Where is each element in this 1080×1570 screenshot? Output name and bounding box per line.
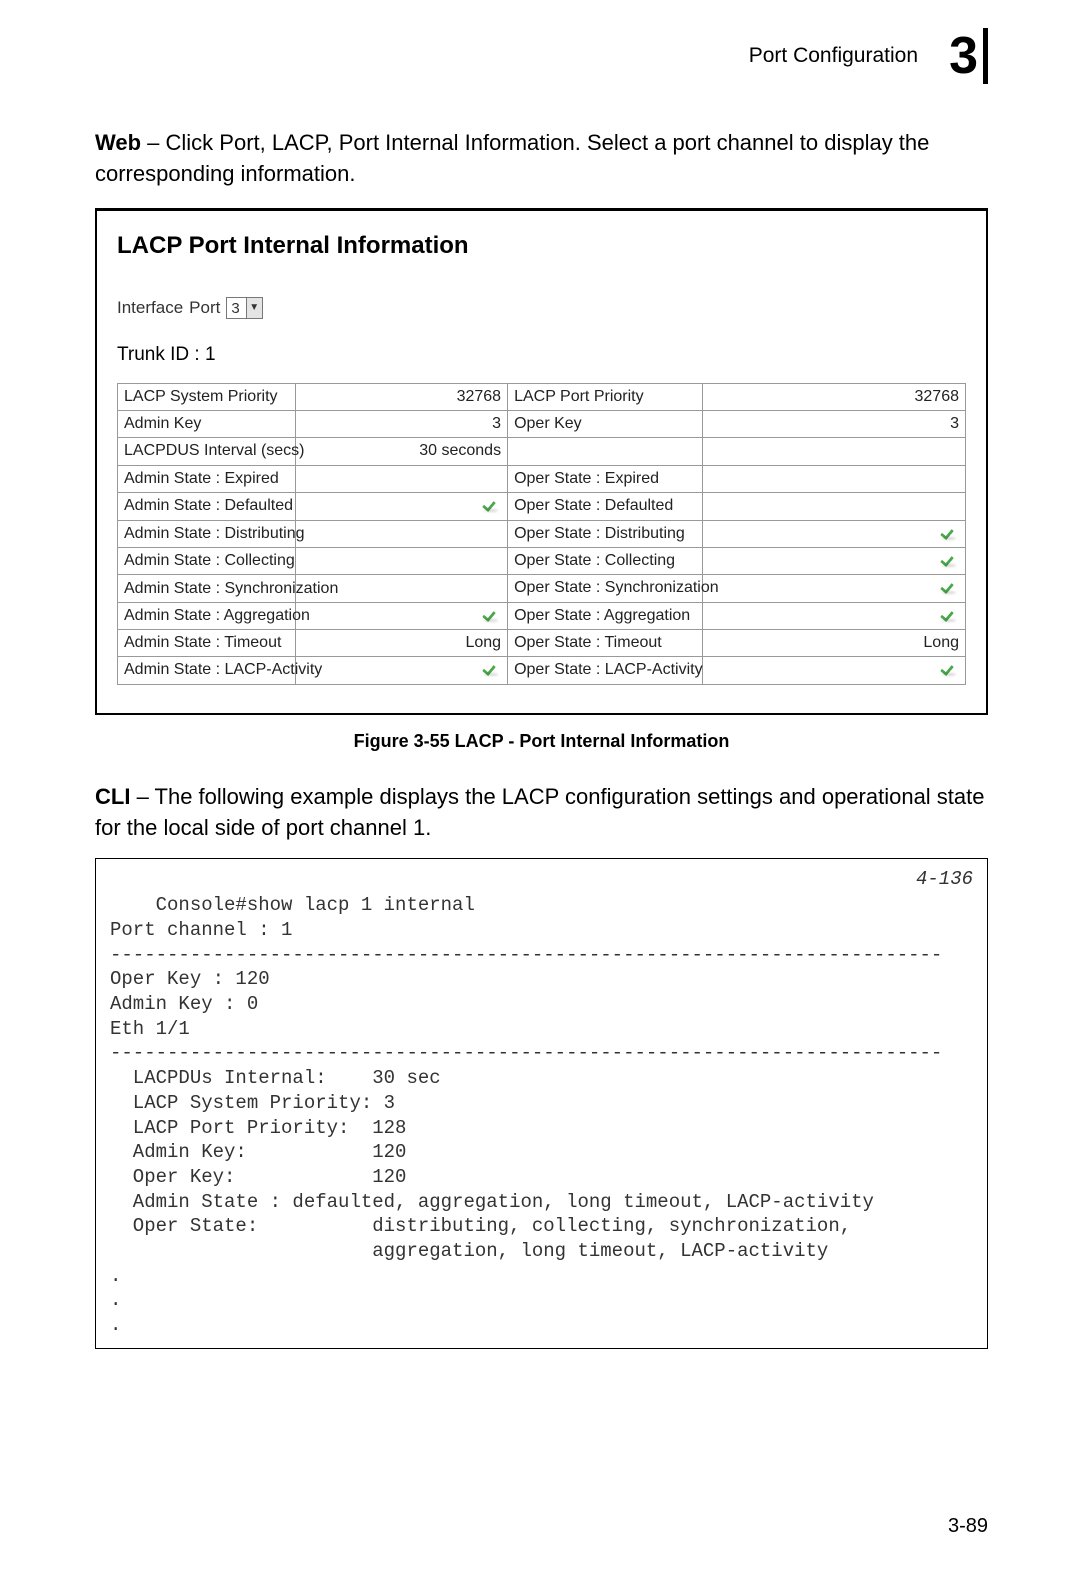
cell-value xyxy=(703,547,966,574)
cell-label: Admin State : Expired xyxy=(118,465,296,492)
cell-label: Oper State : Timeout xyxy=(508,630,703,657)
cli-output-box: 4-136Console#show lacp 1 internal Port c… xyxy=(95,858,988,1349)
cell-label: Admin State : Aggregation xyxy=(118,602,296,629)
table-row: LACP System Priority 32768 LACP Port Pri… xyxy=(118,383,966,410)
check-icon xyxy=(941,578,959,592)
cell-value xyxy=(703,575,966,602)
table-row: Admin State : Timeout Long Oper State : … xyxy=(118,630,966,657)
web-text: – Click Port, LACP, Port Internal Inform… xyxy=(95,130,929,186)
cli-output: Console#show lacp 1 internal Port channe… xyxy=(110,894,942,1336)
table-row: LACPDUS Interval (secs) 30 seconds xyxy=(118,438,966,465)
cell-value xyxy=(296,602,508,629)
page-header: Port Configuration 3 xyxy=(95,28,988,84)
cell-label: Oper State : Expired xyxy=(508,465,703,492)
cell-label: Admin State : Synchronization xyxy=(118,575,296,602)
cell-label: Oper State : Collecting xyxy=(508,547,703,574)
cell-value: 3 xyxy=(296,410,508,437)
cell-label: Oper Key xyxy=(508,410,703,437)
cell-label xyxy=(508,438,703,465)
cell-label: Oper State : LACP-Activity xyxy=(508,657,703,684)
chapter-number-box: 3 xyxy=(932,28,988,84)
cell-value: 30 seconds xyxy=(296,438,508,465)
interface-port-label: Port xyxy=(189,296,220,320)
trunk-id-label: Trunk ID : 1 xyxy=(117,342,966,369)
screenshot-title: LACP Port Internal Information xyxy=(117,229,966,263)
page-number: 3-89 xyxy=(948,1512,988,1540)
table-row: Admin State : Defaulted Oper State : Def… xyxy=(118,493,966,520)
chevron-down-icon[interactable]: ▼ xyxy=(246,298,262,318)
cell-label: Oper State : Synchronization xyxy=(508,575,703,602)
cell-value xyxy=(703,438,966,465)
cell-value xyxy=(296,520,508,547)
cell-value: 32768 xyxy=(296,383,508,410)
cell-label: Admin State : Distributing xyxy=(118,520,296,547)
check-icon xyxy=(483,660,501,674)
interface-port-value: 3 xyxy=(227,298,245,319)
table-row: Admin Key 3 Oper Key 3 xyxy=(118,410,966,437)
cli-text: – The following example displays the LAC… xyxy=(95,784,985,840)
check-icon xyxy=(483,496,501,510)
cell-value xyxy=(703,465,966,492)
cell-value: Long xyxy=(296,630,508,657)
check-icon xyxy=(941,606,959,620)
cell-value xyxy=(296,657,508,684)
check-icon xyxy=(941,524,959,538)
cell-label: Admin State : LACP-Activity xyxy=(118,657,296,684)
check-icon xyxy=(941,660,959,674)
cell-value xyxy=(703,493,966,520)
cli-page-ref: 4-136 xyxy=(916,867,973,892)
table-row: Admin State : Distributing Oper State : … xyxy=(118,520,966,547)
check-icon xyxy=(941,551,959,565)
cell-value: Long xyxy=(703,630,966,657)
check-icon xyxy=(483,606,501,620)
cell-label: Oper State : Distributing xyxy=(508,520,703,547)
cell-value xyxy=(703,657,966,684)
cell-value xyxy=(296,493,508,520)
section-title: Port Configuration xyxy=(749,41,918,70)
interface-label: Interface xyxy=(117,296,183,320)
cell-label: LACP Port Priority xyxy=(508,383,703,410)
cell-label: Oper State : Aggregation xyxy=(508,602,703,629)
cell-value: 3 xyxy=(703,410,966,437)
cell-label: LACPDUS Interval (secs) xyxy=(118,438,296,465)
cli-instructions: CLI – The following example displays the… xyxy=(95,782,988,844)
table-row: Admin State : Collecting Oper State : Co… xyxy=(118,547,966,574)
web-instructions: Web – Click Port, LACP, Port Internal In… xyxy=(95,128,988,190)
interface-port-select[interactable]: 3 ▼ xyxy=(226,297,262,319)
cell-label: Admin State : Defaulted xyxy=(118,493,296,520)
cell-label: Oper State : Defaulted xyxy=(508,493,703,520)
cell-label: Admin State : Timeout xyxy=(118,630,296,657)
cell-label: Admin Key xyxy=(118,410,296,437)
table-row: Admin State : Synchronization Oper State… xyxy=(118,575,966,602)
cell-label: Admin State : Collecting xyxy=(118,547,296,574)
cell-value: 32768 xyxy=(703,383,966,410)
web-label: Web xyxy=(95,130,141,155)
cell-value xyxy=(296,547,508,574)
cli-label: CLI xyxy=(95,784,130,809)
cell-value xyxy=(703,520,966,547)
lacp-table: LACP System Priority 32768 LACP Port Pri… xyxy=(117,383,966,685)
figure-caption: Figure 3-55 LACP - Port Internal Informa… xyxy=(95,729,988,754)
table-row: Admin State : LACP-Activity Oper State :… xyxy=(118,657,966,684)
cell-value xyxy=(296,465,508,492)
chapter-number: 3 xyxy=(932,28,988,84)
table-row: Admin State : Expired Oper State : Expir… xyxy=(118,465,966,492)
cell-label: LACP System Priority xyxy=(118,383,296,410)
cell-value xyxy=(703,602,966,629)
table-row: Admin State : Aggregation Oper State : A… xyxy=(118,602,966,629)
screenshot-panel: LACP Port Internal Information Interface… xyxy=(95,208,988,715)
